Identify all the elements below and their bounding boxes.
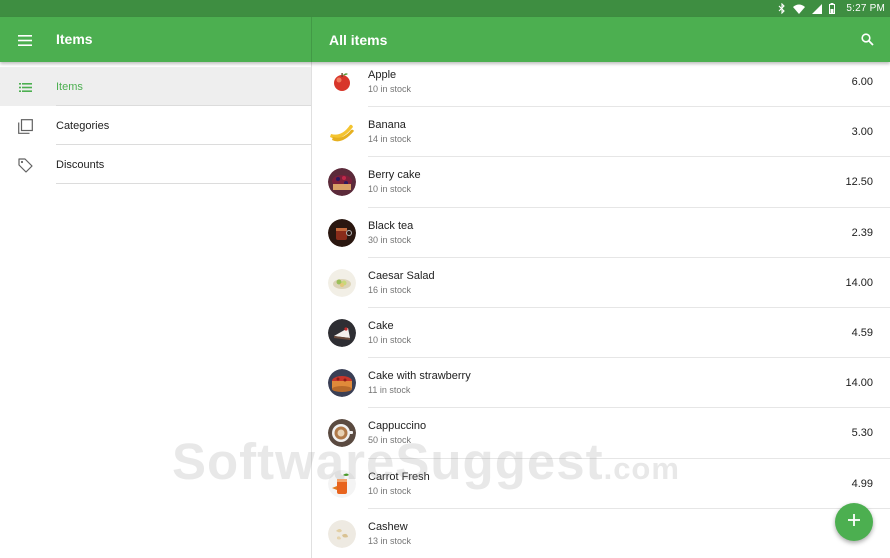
list-item[interactable]: Apple 10 in stock 6.00 — [313, 57, 890, 108]
sidebar: Items Categories Discounts — [0, 62, 312, 558]
list-item[interactable]: Carrot Fresh 10 in stock 4.99 — [313, 459, 890, 509]
status-time: 5:27 PM — [846, 3, 885, 14]
app-bar: Items All items — [0, 17, 890, 62]
wifi-icon — [793, 4, 806, 14]
plus-icon — [848, 513, 860, 531]
item-name: Apple — [368, 69, 397, 81]
item-name: Cake — [368, 319, 394, 332]
sidebar-item-categories[interactable]: Categories — [0, 106, 311, 145]
item-price: 3.00 — [851, 126, 873, 139]
cappuccino-icon — [328, 419, 356, 448]
sidebar-item-label: Categories — [56, 119, 110, 132]
list-item[interactable]: Cappuccino 50 in stock 5.30 — [313, 408, 890, 459]
item-stock: 30 in stock — [368, 234, 412, 245]
item-stock: 10 in stock — [368, 184, 412, 195]
item-name: Cake with strawberry — [368, 370, 471, 383]
item-price: 14.00 — [845, 276, 873, 289]
item-stock: 10 in stock — [368, 84, 412, 94]
app-bar-divider — [311, 17, 312, 62]
carrot-juice-icon — [328, 469, 356, 498]
list-item[interactable]: Caesar Salad 16 in stock 14.00 — [313, 258, 890, 308]
list-item[interactable]: Cashew 13 in stock — [313, 509, 890, 558]
search-icon[interactable] — [856, 28, 878, 50]
tag-icon — [16, 156, 34, 174]
apple-icon — [328, 68, 356, 96]
battery-icon — [829, 3, 836, 14]
banana-icon — [328, 118, 356, 146]
item-name: Cappuccino — [368, 420, 427, 433]
list-item[interactable]: Banana 14 in stock 3.00 — [313, 107, 890, 158]
item-price: 2.39 — [851, 226, 873, 239]
signal-icon — [812, 3, 823, 14]
bluetooth-icon — [778, 3, 786, 14]
item-name: Banana — [368, 119, 406, 132]
item-stock: 10 in stock — [368, 485, 412, 496]
list-item[interactable]: Cake with strawberry 11 in stock 14.00 — [313, 358, 890, 409]
sidebar-item-items[interactable]: Items — [0, 67, 311, 106]
black-tea-icon — [328, 218, 356, 247]
item-price: 4.99 — [851, 477, 873, 490]
content-title: All items — [329, 32, 388, 48]
divider — [56, 183, 311, 184]
status-bar: 5:27 PM — [0, 0, 890, 17]
status-icons: 5:27 PM — [778, 0, 885, 17]
menu-icon[interactable] — [13, 28, 37, 52]
item-price: 5.30 — [851, 427, 873, 440]
add-item-button[interactable] — [835, 503, 873, 541]
item-name: Carrot Fresh — [368, 470, 430, 483]
item-price: 14.00 — [845, 377, 873, 390]
cake-icon — [328, 318, 356, 347]
item-stock: 14 in stock — [368, 134, 412, 145]
berry-cake-icon — [328, 168, 356, 197]
item-name: Berry cake — [368, 169, 421, 182]
item-price: 6.00 — [851, 76, 873, 88]
item-stock: 50 in stock — [368, 435, 412, 446]
cashew-icon — [328, 519, 356, 548]
items-list: Apple 10 in stock 6.00 Banana 14 in stoc… — [313, 57, 890, 558]
item-price: 12.50 — [845, 176, 873, 189]
sidebar-item-discounts[interactable]: Discounts — [0, 145, 311, 184]
sidebar-item-label: Discounts — [56, 158, 105, 171]
item-price: 4.59 — [851, 326, 873, 339]
categories-icon — [16, 117, 34, 135]
list-item[interactable]: Cake 10 in stock 4.59 — [313, 308, 890, 359]
list-item[interactable]: Black tea 30 in stock 2.39 — [313, 208, 890, 258]
item-stock: 10 in stock — [368, 334, 412, 345]
item-name: Cashew — [368, 520, 408, 533]
item-name: Caesar Salad — [368, 269, 435, 282]
list-item[interactable]: Berry cake 10 in stock 12.50 — [313, 157, 890, 208]
strawberry-cake-icon — [328, 369, 356, 398]
item-stock: 11 in stock — [368, 385, 411, 396]
item-name: Black tea — [368, 219, 414, 232]
item-stock: 16 in stock — [368, 284, 412, 295]
item-stock: 13 in stock — [368, 535, 412, 546]
page-title: Items — [56, 31, 93, 47]
list-icon — [16, 78, 34, 96]
sidebar-item-label: Items — [56, 80, 83, 93]
salad-icon — [328, 268, 356, 297]
